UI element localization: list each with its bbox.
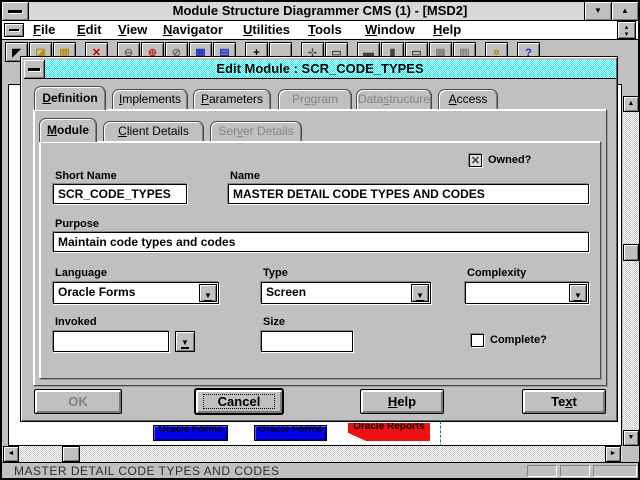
purpose-input[interactable]: Maintain code types and codes (53, 232, 589, 252)
scroll-down-button[interactable]: ▼ (623, 430, 639, 446)
app-title: Module Structure Diagrammer CMS (1) - [M… (2, 2, 638, 20)
module-form: ✕ Owned? Short Name SCR_CODE_TYPES Name … (21, 57, 619, 423)
menu-help[interactable]: Help (433, 22, 461, 37)
invoked-input[interactable] (53, 331, 169, 352)
scroll-up-button[interactable]: ▲ (623, 96, 639, 112)
dropdown-arrow-icon: ▼ (204, 291, 212, 302)
type-label: Type (263, 267, 288, 279)
invoked-dropdown-button[interactable]: ▼ (175, 331, 195, 352)
menu-file[interactable]: File (33, 22, 55, 37)
restore-up-icon: ▴ (625, 24, 629, 31)
menu-navigator[interactable]: Navigator (163, 22, 223, 37)
menu-utilities[interactable]: Utilities (243, 22, 290, 37)
complete-label: Complete? (490, 334, 547, 346)
name-value: MASTER DETAIL CODE TYPES AND CODES (229, 185, 588, 203)
scroll-left-button[interactable]: ◄ (3, 446, 19, 462)
vertical-scrollbar[interactable]: ▲ ▼ (623, 96, 639, 446)
menu-edit[interactable]: Edit (77, 22, 102, 37)
minimize-button[interactable]: ▼ (584, 2, 611, 20)
module-node[interactable]: Oracle Forms (153, 425, 228, 441)
restore-down-icon: ▾ (625, 31, 629, 38)
short-name-value: SCR_CODE_TYPES (54, 185, 186, 203)
dropdown-arrow-icon: ▼ (181, 338, 189, 349)
report-node[interactable]: Oracle Reports (348, 423, 430, 441)
system-menu-icon (8, 10, 22, 13)
ok-button-label: OK (68, 394, 88, 409)
short-name-label: Short Name (55, 170, 117, 182)
language-dropdown-button[interactable]: ▼ (199, 284, 217, 302)
language-value: Oracle Forms (54, 283, 218, 301)
purpose-value: Maintain code types and codes (54, 233, 588, 251)
size-label: Size (263, 316, 285, 328)
menu-view[interactable]: View (118, 22, 147, 37)
scrollbar-corner (623, 446, 639, 462)
name-input[interactable]: MASTER DETAIL CODE TYPES AND CODES (228, 184, 589, 204)
language-combobox[interactable]: Oracle Forms ▼ (53, 282, 219, 304)
purpose-label: Purpose (55, 218, 99, 230)
mdi-system-icon (9, 29, 19, 31)
type-value: Screen (262, 283, 430, 301)
dropdown-arrow-icon: ▼ (416, 291, 424, 302)
maximize-icon: ▲ (621, 6, 629, 15)
module-node-label: Oracle Forms (154, 425, 227, 435)
report-node-label: Oracle Reports (348, 423, 430, 432)
status-panel (560, 465, 590, 477)
application-window: Module Structure Diagrammer CMS (1) - [M… (0, 0, 640, 480)
scroll-down-icon: ▼ (628, 434, 635, 441)
app-titlebar: Module Structure Diagrammer CMS (1) - [M… (2, 2, 638, 21)
text-button-label: Text (551, 394, 577, 409)
scroll-right-button[interactable]: ► (605, 446, 621, 462)
mdi-child-system-button[interactable] (4, 23, 24, 37)
owned-check-icon: ✕ (471, 155, 480, 167)
scroll-up-icon: ▲ (628, 100, 635, 107)
complexity-dropdown-button[interactable]: ▼ (569, 284, 587, 302)
module-node[interactable]: Oracle Forms (254, 425, 327, 441)
minimize-icon: ▼ (594, 6, 602, 15)
guide-line (440, 421, 441, 446)
invoked-label: Invoked (55, 316, 97, 328)
maximize-button[interactable]: ▲ (611, 2, 638, 20)
name-label: Name (230, 170, 260, 182)
scroll-left-icon: ◄ (8, 450, 15, 457)
edit-module-dialog: Edit Module : SCR_CODE_TYPES Definition … (20, 56, 618, 422)
text-button[interactable]: Text (522, 389, 606, 414)
mdi-restore-button[interactable]: ▴▾ (617, 21, 636, 39)
status-panel (527, 465, 557, 477)
complexity-combobox[interactable]: ▼ (465, 282, 589, 304)
system-menu-button[interactable] (2, 2, 29, 20)
type-dropdown-button[interactable]: ▼ (411, 284, 429, 302)
menu-tools[interactable]: Tools (308, 22, 342, 37)
language-label: Language (55, 267, 107, 279)
complexity-label: Complexity (467, 267, 526, 279)
titlebar-buttons: ▼ ▲ (584, 2, 638, 20)
complete-checkbox[interactable] (471, 334, 484, 347)
menu-window[interactable]: Window (365, 22, 415, 37)
scroll-right-icon: ► (610, 450, 617, 457)
vertical-scroll-thumb[interactable] (623, 244, 639, 261)
size-input[interactable] (261, 331, 353, 352)
owned-checkbox[interactable]: ✕ (469, 154, 482, 167)
help-button-label: Help (388, 394, 416, 409)
module-node-label: Oracle Forms (255, 425, 326, 435)
type-combobox[interactable]: Screen ▼ (261, 282, 431, 304)
cancel-button[interactable]: Cancel (195, 389, 283, 414)
ok-button: OK (34, 389, 122, 414)
menubar: File Edit View Navigator Utilities Tools… (2, 21, 638, 40)
statusbar: MASTER DETAIL CODE TYPES AND CODES (2, 462, 638, 478)
help-button[interactable]: Help (360, 389, 444, 414)
dropdown-arrow-icon: ▼ (574, 291, 582, 302)
short-name-input[interactable]: SCR_CODE_TYPES (53, 184, 187, 204)
horizontal-scrollbar[interactable]: ◄ ► (2, 446, 622, 462)
status-panel (593, 465, 637, 477)
status-text: MASTER DETAIL CODE TYPES AND CODES (14, 464, 280, 478)
owned-label: Owned? (488, 154, 531, 166)
focus-rectangle (203, 394, 275, 409)
horizontal-scroll-thumb[interactable] (62, 446, 80, 462)
